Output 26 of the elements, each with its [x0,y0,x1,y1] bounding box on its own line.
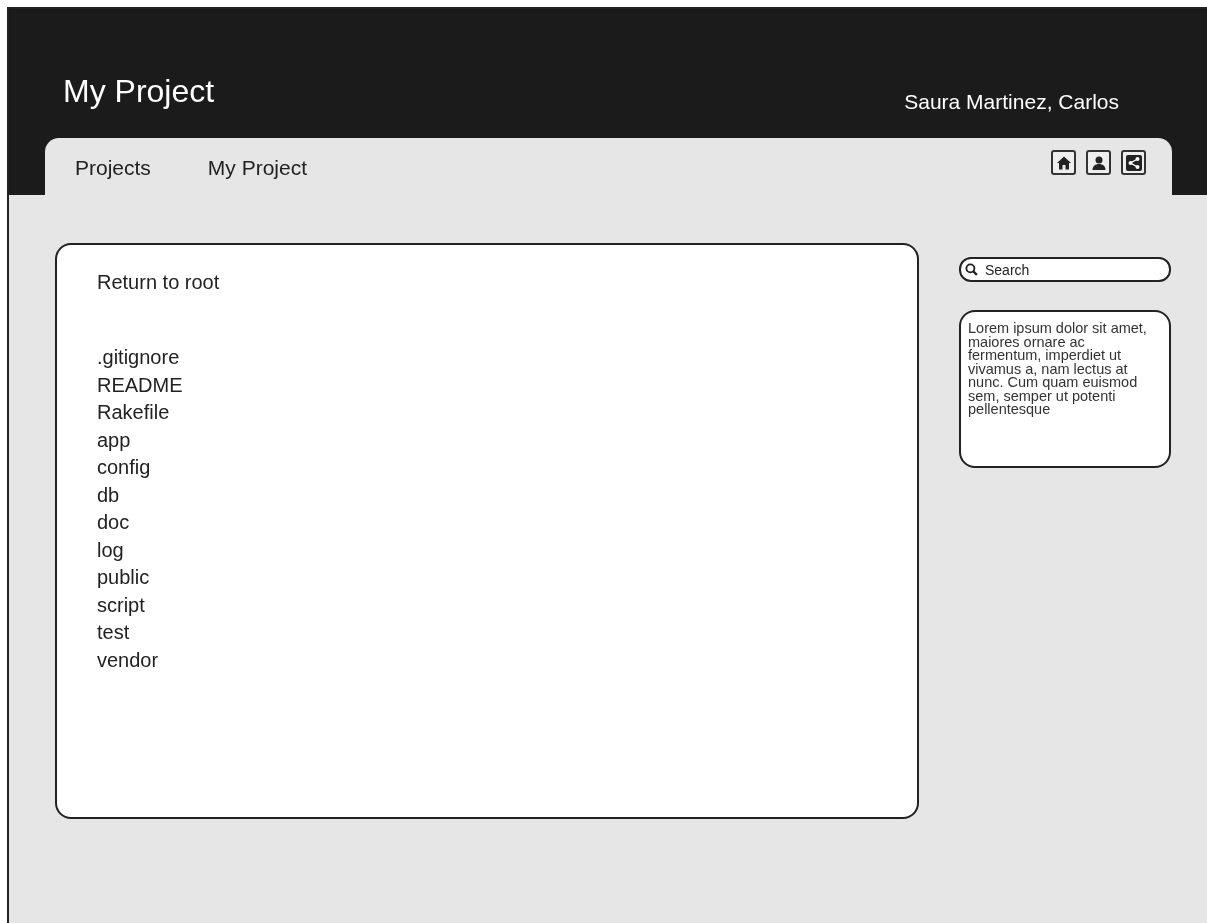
breadcrumb-link[interactable]: My Project [207,156,308,180]
share-icon [1125,154,1142,171]
return-to-root-link[interactable]: Return to root [97,271,877,294]
person-icon [1090,154,1107,171]
share-button[interactable] [1121,150,1146,175]
user-name: Saura Martinez, Carlos [904,90,1119,114]
breadcrumb-link[interactable]: Projects [75,156,151,180]
note-text: Lorem ipsum dolor sit amet, maiores ornare ac fermentum, imperdiet ut vivamus a, nam lectus at nunc. Cum quam euismod sem, semper ut potenti pellentesque [968,322,1148,417]
file-item[interactable]: Rakefile [97,399,877,427]
file-item[interactable]: log [97,536,877,564]
app-title: My Project [63,73,215,110]
file-item[interactable]: .gitignore [97,344,877,372]
search-icon [965,263,978,276]
profile-button[interactable] [1086,150,1111,175]
search-field[interactable]: Search [959,257,1171,282]
file-item[interactable]: config [97,454,877,482]
file-item[interactable]: app [97,426,877,454]
file-item[interactable]: script [97,591,877,619]
file-item[interactable]: db [97,481,877,509]
file-item[interactable]: test [97,619,877,647]
file-item[interactable]: README [97,371,877,399]
home-button[interactable] [1051,150,1076,175]
file-item[interactable]: vendor [97,646,877,674]
home-icon [1055,154,1072,171]
file-item[interactable]: doc [97,509,877,537]
file-item[interactable]: public [97,564,877,592]
